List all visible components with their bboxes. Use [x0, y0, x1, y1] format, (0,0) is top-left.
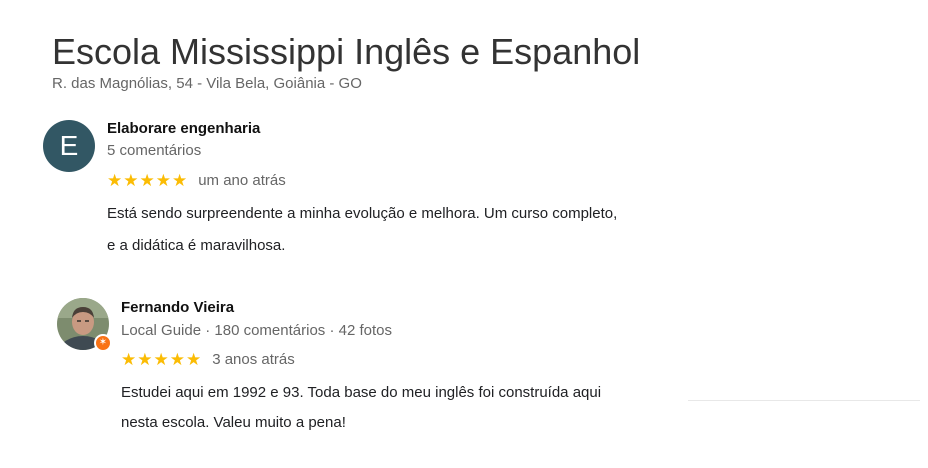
divider	[688, 400, 920, 401]
review-date: um ano atrás	[198, 172, 286, 189]
review-date: 3 anos atrás	[212, 351, 295, 368]
rating-row: ★★★★★ 3 anos atrás	[121, 350, 295, 370]
reviewer-avatar[interactable]: ✶	[57, 298, 112, 352]
review-text-line: Estudei aqui em 1992 e 93. Toda base do …	[121, 384, 602, 401]
reviewer-avatar[interactable]: E	[43, 120, 95, 172]
star-rating: ★★★★★	[121, 350, 203, 369]
review-text-line: nesta escola. Valeu muito a pena!	[121, 414, 346, 431]
reviewer-name[interactable]: Elaborare engenharia	[107, 119, 260, 139]
reviewer-meta[interactable]: Local Guide · 180 comentários · 42 fotos	[121, 321, 392, 341]
rating-row: ★★★★★ um ano atrás	[107, 171, 286, 191]
star-rating: ★★★★★	[107, 171, 189, 190]
place-address: R. das Magnólias, 54 - Vila Bela, Goiâni…	[52, 75, 362, 92]
reviewer-name[interactable]: Fernando Vieira	[121, 298, 234, 318]
reviewer-meta[interactable]: 5 comentários	[107, 141, 201, 161]
local-guide-star-icon: ✶	[94, 334, 112, 352]
place-title: Escola Mississippi Inglês e Espanhol	[52, 31, 641, 72]
review-text-line: Está sendo surpreendente a minha evoluçã…	[107, 205, 618, 222]
review-text-line: e a didática é maravilhosa.	[107, 237, 286, 254]
